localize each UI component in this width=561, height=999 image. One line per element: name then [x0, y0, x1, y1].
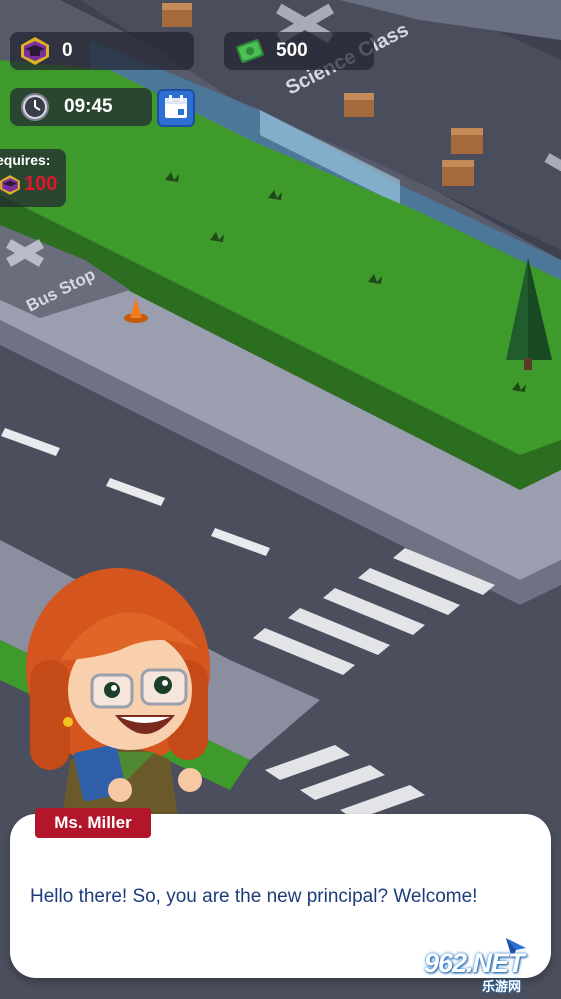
- dialog-message: Hello there! So, you are the new princip…: [30, 886, 478, 907]
- graduation-cap-icon: [21, 37, 49, 65]
- calendar-icon: [165, 95, 187, 118]
- money-counter[interactable]: 500: [224, 32, 374, 70]
- graduation-cap-icon: [0, 175, 20, 195]
- time-value: 09:45: [64, 96, 113, 117]
- cash-icon: [236, 39, 264, 63]
- watermark: 962.NET 乐游网: [424, 948, 556, 994]
- watermark-main: 962.NET: [424, 948, 525, 978]
- money-value: 500: [276, 40, 308, 61]
- speaker-name-tag: Ms. Miller: [35, 808, 151, 838]
- requirement-panel: equires: 100: [0, 149, 66, 207]
- watermark-sub: 乐游网: [482, 979, 522, 994]
- requirement-value: 100: [24, 173, 58, 195]
- time-display: 09:45: [10, 88, 152, 126]
- requirement-label: equires:: [0, 152, 51, 168]
- clock-icon: [21, 93, 49, 121]
- speaker-name: Ms. Miller: [54, 813, 132, 832]
- graduates-value: 0: [62, 40, 73, 61]
- calendar-button[interactable]: [157, 89, 195, 127]
- graduates-counter[interactable]: 0: [10, 32, 194, 70]
